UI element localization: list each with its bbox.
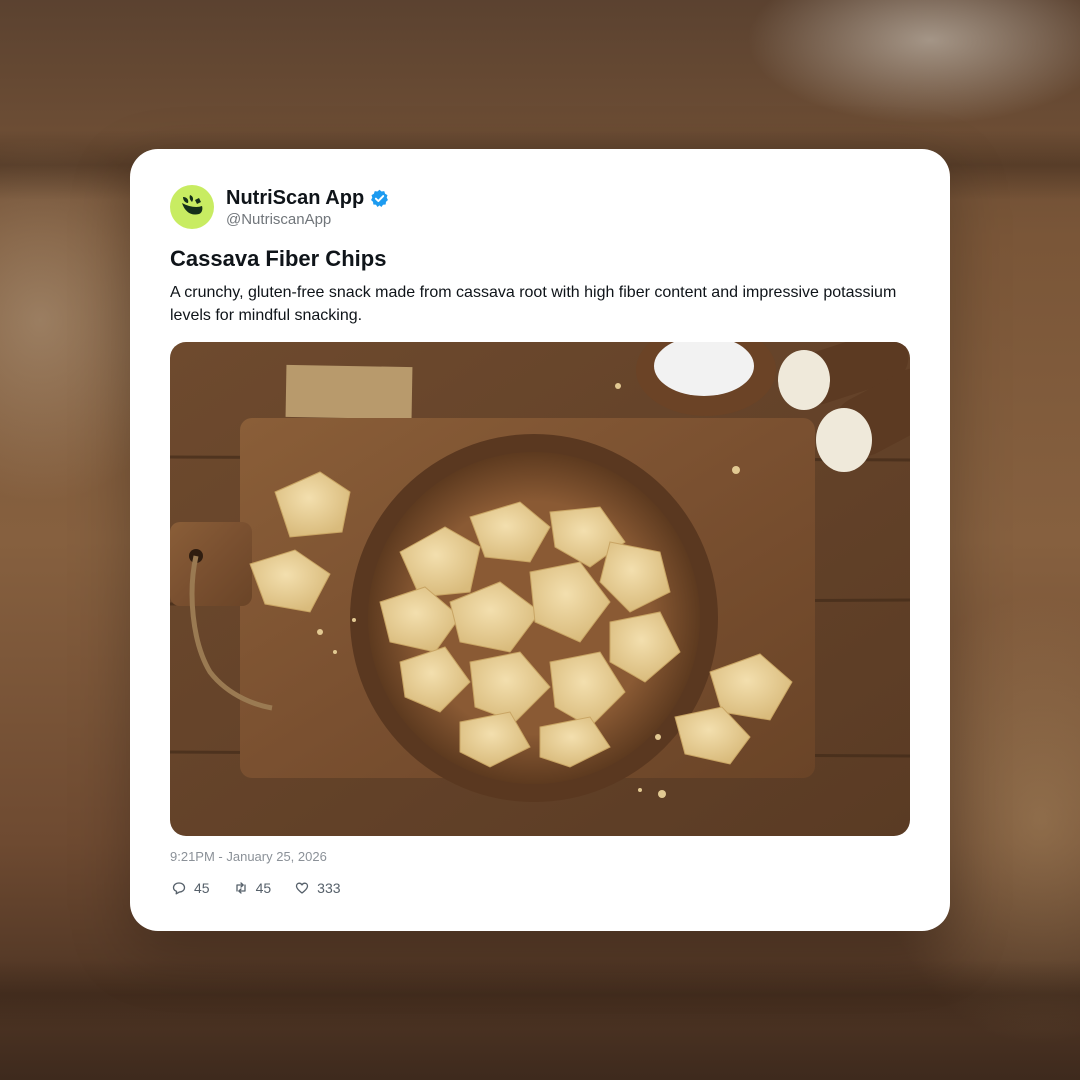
post-title: Cassava Fiber Chips [170,246,387,271]
repost-button[interactable]: 45 [234,880,272,896]
post-description: A crunchy, gluten-free snack made from c… [170,284,897,324]
reply-count: 45 [194,880,210,896]
engagement-bar: 45 45 333 [172,880,365,896]
post-timestamp[interactable]: 9:21PM - January 25, 2026 [170,849,327,864]
background-blur [0,960,1080,1030]
like-button[interactable]: 333 [295,880,341,896]
repost-icon [235,882,246,894]
verified-badge-icon [371,189,389,207]
avatar[interactable] [170,185,214,229]
post-card: NutriScan App @NutriscanApp Cassava Fibe… [130,149,950,931]
reply-icon [172,882,186,895]
like-count: 333 [317,880,341,896]
leaf-logo-icon [182,195,203,215]
display-name[interactable]: NutriScan App [226,187,364,210]
post-image[interactable] [170,342,910,836]
heart-icon [296,882,309,894]
handle[interactable]: @NutriscanApp [226,211,389,228]
post-header: NutriScan App @NutriscanApp [170,185,389,229]
repost-count: 45 [255,880,272,896]
reply-button[interactable]: 45 [172,880,210,896]
